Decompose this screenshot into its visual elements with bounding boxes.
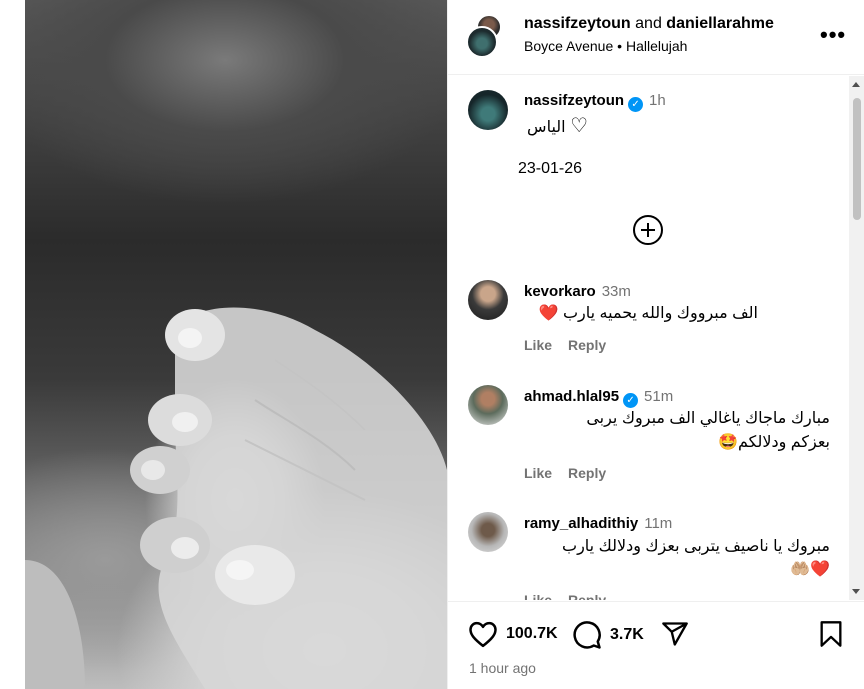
avatar-nassifzeytoun[interactable] xyxy=(466,26,498,58)
comment-body: بعزكم ودلالكم xyxy=(737,434,830,451)
save-action xyxy=(819,620,843,648)
comment-time[interactable]: 33m xyxy=(602,283,631,300)
audio-separator: • xyxy=(617,38,623,54)
heart-outline-icon: ♡ xyxy=(570,115,588,137)
comment-username[interactable]: ahmad.hlal95 xyxy=(524,388,619,405)
scroll-down-arrow-icon[interactable] xyxy=(852,589,860,594)
verified-icon: ✓ xyxy=(628,97,644,112)
comment-header: ramy_alhadithiy 11m xyxy=(524,515,672,532)
and-text: and xyxy=(635,15,662,32)
post-timestamp[interactable]: 1 hour ago xyxy=(469,660,536,676)
verified-icon: ✓ xyxy=(623,393,639,408)
more-horizontal-icon[interactable]: ••• xyxy=(820,22,846,48)
collab-names: nassifzeytoun and daniellarahme xyxy=(524,15,774,33)
reply-button[interactable]: Reply xyxy=(568,592,606,600)
comment-text: الف مبرووك والله يحميه يارب ❤️ xyxy=(524,302,758,326)
comments-scrollbar[interactable] xyxy=(849,76,864,600)
post-header: nassifzeytoun and daniellarahme Boyce Av… xyxy=(448,0,864,75)
post-actions-bar: 100.7K 3.7K 1 hour ago xyxy=(448,601,864,689)
audio-artist[interactable]: Boyce Avenue xyxy=(524,38,613,54)
heart-icon[interactable] xyxy=(468,620,498,648)
load-more-comments-icon[interactable] xyxy=(633,215,663,245)
comment-actions: Like Reply xyxy=(524,337,606,353)
comment-body: الف مبرووك والله يحميه يارب xyxy=(562,305,758,322)
avatar-post-author[interactable] xyxy=(468,90,508,130)
comment-username[interactable]: kevorkaro xyxy=(524,283,596,300)
comment-actions: Like Reply xyxy=(524,592,606,600)
star-eyes-emoji: 🤩 xyxy=(718,434,738,451)
comment-text-line-1: مبروك يا ناصيف يتربى بعزك ودلالك يارب xyxy=(562,538,830,555)
username-link-1[interactable]: nassifzeytoun xyxy=(524,15,631,32)
like-comment-button[interactable]: Like xyxy=(524,465,552,481)
comment-text-line-2: بعزكم ودلالكم🤩 xyxy=(524,431,830,455)
like-action: 100.7K xyxy=(468,620,558,648)
reply-button[interactable]: Reply xyxy=(568,337,606,353)
like-count[interactable]: 100.7K xyxy=(506,625,558,643)
comment-emoji-line: ❤️🤲🏼 xyxy=(790,561,830,578)
heart-emoji: ❤️ xyxy=(538,305,559,322)
comment-text-line-1: مبارك ماجاك ياغالي الف مبروك يربى xyxy=(586,410,830,427)
post-author-row: nassifzeytoun ✓ 1h xyxy=(524,92,666,112)
avatar[interactable] xyxy=(468,512,508,552)
audio-track[interactable]: Hallelujah xyxy=(626,38,687,54)
post-detail-panel: nassifzeytoun and daniellarahme Boyce Av… xyxy=(447,0,864,689)
like-comment-button[interactable]: Like xyxy=(524,592,552,600)
like-comment-button[interactable]: Like xyxy=(524,337,552,353)
comment-actions: Like Reply xyxy=(524,465,606,481)
collab-avatars[interactable] xyxy=(466,14,502,58)
comments-list[interactable]: nassifzeytoun ✓ 1h الياس ♡ 23-01-26 kevork… xyxy=(448,76,864,600)
audio-info[interactable]: Boyce Avenue • Hallelujah xyxy=(524,38,687,54)
scroll-up-arrow-icon[interactable] xyxy=(852,82,860,87)
post-author[interactable]: nassifzeytoun xyxy=(524,92,624,109)
caption-date: 23-01-26 xyxy=(518,160,583,177)
comment-header: ahmad.hlal95 ✓ 51m xyxy=(524,388,673,408)
baby-hand-image xyxy=(25,307,447,689)
share-icon[interactable] xyxy=(661,620,689,648)
avatar[interactable] xyxy=(468,385,508,425)
scrollbar-thumb[interactable] xyxy=(853,98,861,220)
comment-time[interactable]: 11m xyxy=(644,515,672,532)
share-action xyxy=(661,620,689,648)
caption-line-1: الياس ♡ xyxy=(518,114,588,140)
comment-icon[interactable] xyxy=(572,620,602,650)
avatar[interactable] xyxy=(468,280,508,320)
reply-button[interactable]: Reply xyxy=(568,465,606,481)
post-time[interactable]: 1h xyxy=(649,92,666,109)
bookmark-icon[interactable] xyxy=(819,620,843,648)
caption-name: الياس xyxy=(527,119,566,136)
comment-count[interactable]: 3.7K xyxy=(610,626,644,644)
comment-action: 3.7K xyxy=(572,620,644,650)
comment-time[interactable]: 51m xyxy=(644,388,673,405)
comment-username[interactable]: ramy_alhadithiy xyxy=(524,515,638,532)
username-link-2[interactable]: daniellarahme xyxy=(666,15,774,32)
comment-header: kevorkaro 33m xyxy=(524,283,631,300)
post-photo[interactable] xyxy=(25,0,447,689)
